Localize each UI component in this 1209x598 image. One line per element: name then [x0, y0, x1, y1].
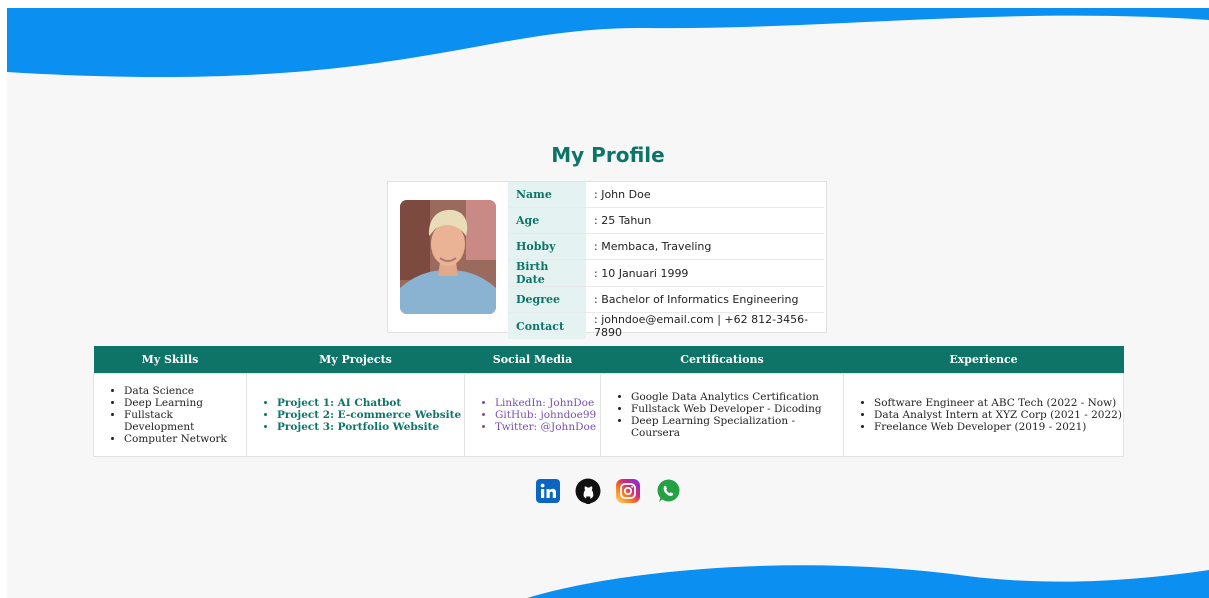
profile-value: : 25 Tahun — [586, 207, 824, 234]
profile-card: Name : John Doe Age : 25 Tahun Hobby : M… — [387, 181, 827, 339]
profile-label: Name — [508, 182, 586, 208]
social-media-link[interactable]: GitHub: johndoe99 — [495, 409, 600, 421]
profile-label: Degree — [508, 286, 586, 313]
top-wave-decoration — [7, 8, 1209, 78]
list-item: Computer Network — [124, 433, 246, 445]
social-media-link[interactable]: Twitter: @JohnDoe — [495, 421, 600, 433]
list-item: Fullstack Development — [124, 409, 246, 433]
profile-row-name: Name : John Doe — [508, 182, 824, 208]
section-header-experience: Experience — [843, 346, 1124, 374]
section-header-skills: My Skills — [93, 346, 247, 374]
list-item: Deep Learning — [124, 397, 246, 409]
bottom-wave-decoration — [527, 565, 1209, 598]
sections-header-row: My Skills My Projects Social Media Certi… — [93, 346, 1124, 374]
projects-cell: Project 1: AI Chatbot Project 2: E-comme… — [246, 373, 465, 457]
linkedin-icon[interactable] — [535, 478, 561, 504]
list-item: Google Data Analytics Certification — [631, 391, 843, 403]
page-title: My Profile — [551, 143, 665, 167]
project-link[interactable]: Project 3: Portfolio Website — [277, 421, 464, 433]
profile-value: : John Doe — [586, 182, 824, 208]
profile-value: : Bachelor of Informatics Engineering — [586, 286, 824, 313]
profile-value: : Membaca, Traveling — [586, 233, 824, 260]
list-item: Fullstack Web Developer - Dicoding — [631, 403, 843, 415]
instagram-icon[interactable] — [615, 478, 641, 504]
social-media-cell: LinkedIn: JohnDoe GitHub: johndoe99 Twit… — [464, 373, 601, 457]
profile-row-birth-date: Birth Date : 10 Januari 1999 — [508, 259, 824, 287]
profile-row-contact: Contact : johndoe@email.com | +62 812-34… — [508, 312, 824, 339]
skills-list: Data Science Deep Learning Fullstack Dev… — [94, 385, 246, 445]
certifications-list: Google Data Analytics Certification Full… — [601, 391, 843, 439]
skills-cell: Data Science Deep Learning Fullstack Dev… — [93, 373, 247, 457]
profile-row-hobby: Hobby : Membaca, Traveling — [508, 233, 824, 260]
social-media-link[interactable]: LinkedIn: JohnDoe — [495, 397, 600, 409]
certifications-cell: Google Data Analytics Certification Full… — [600, 373, 844, 457]
social-icons-bar — [7, 478, 1209, 505]
profile-row-degree: Degree : Bachelor of Informatics Enginee… — [508, 286, 824, 313]
list-item: Software Engineer at ABC Tech (2022 - No… — [874, 397, 1123, 409]
projects-list: Project 1: AI Chatbot Project 2: E-comme… — [247, 397, 464, 433]
page-background: My Profile Name : John Doe Age : 25 Tahu… — [7, 8, 1209, 598]
section-header-certifications: Certifications — [600, 346, 844, 374]
profile-photo — [400, 200, 496, 314]
project-link[interactable]: Project 2: E-commerce Website — [277, 409, 464, 421]
list-item: Data Science — [124, 385, 246, 397]
list-item: Deep Learning Specialization - Coursera — [631, 415, 843, 439]
profile-label: Hobby — [508, 233, 586, 260]
profile-value: : johndoe@email.com | +62 812-3456-7890 — [594, 313, 809, 339]
profile-value: : 10 Januari 1999 — [586, 259, 824, 287]
profile-details-table: Name : John Doe Age : 25 Tahun Hobby : M… — [508, 182, 824, 339]
list-item: Data Analyst Intern at XYZ Corp (2021 - … — [874, 409, 1123, 421]
profile-label: Contact — [508, 312, 586, 339]
section-header-projects: My Projects — [246, 346, 465, 374]
list-item: Freelance Web Developer (2019 - 2021) — [874, 421, 1123, 433]
sections-table: My Skills My Projects Social Media Certi… — [93, 346, 1124, 457]
sections-content-row: Data Science Deep Learning Fullstack Dev… — [93, 373, 1124, 457]
section-header-social-media: Social Media — [464, 346, 601, 374]
profile-label: Age — [508, 207, 586, 234]
experience-list: Software Engineer at ABC Tech (2022 - No… — [844, 397, 1123, 433]
social-media-list: LinkedIn: JohnDoe GitHub: johndoe99 Twit… — [465, 397, 600, 433]
github-icon[interactable] — [575, 478, 601, 505]
whatsapp-icon[interactable] — [655, 478, 681, 504]
profile-label: Birth Date — [508, 259, 586, 287]
experience-cell: Software Engineer at ABC Tech (2022 - No… — [843, 373, 1124, 457]
profile-row-age: Age : 25 Tahun — [508, 207, 824, 234]
project-link[interactable]: Project 1: AI Chatbot — [277, 397, 464, 409]
